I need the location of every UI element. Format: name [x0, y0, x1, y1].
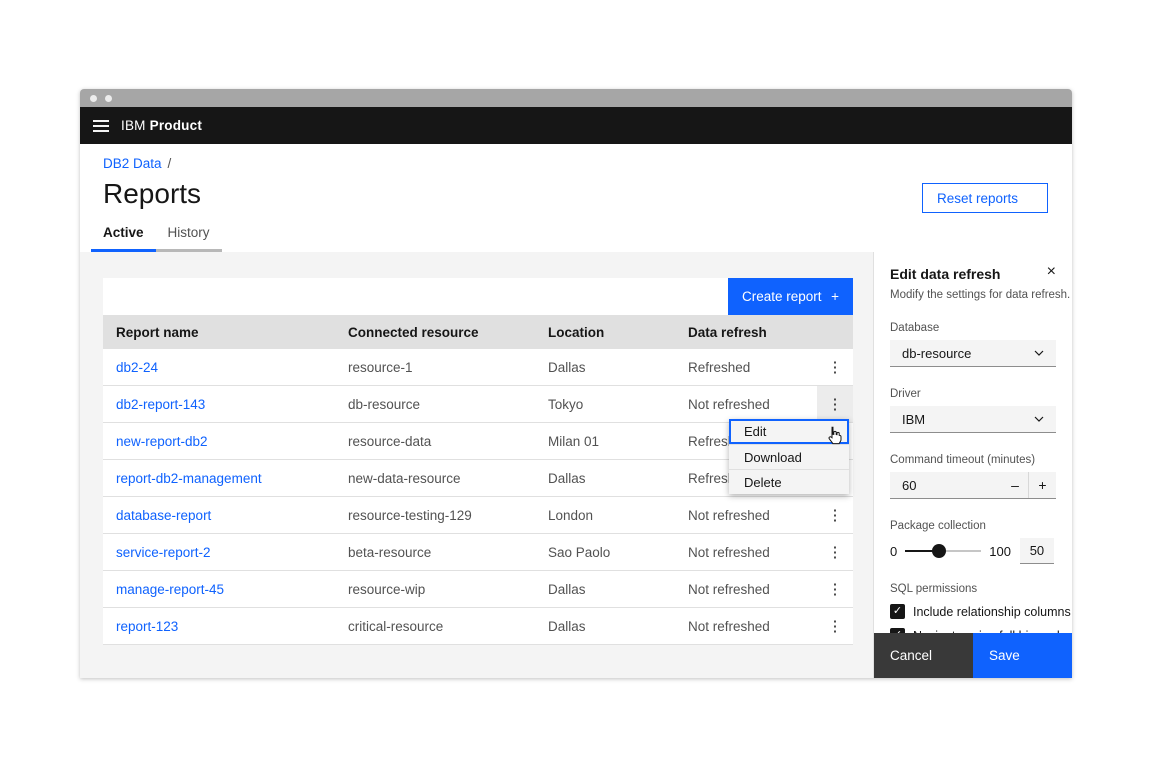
column-header: Connected resource [348, 325, 548, 340]
slider-track[interactable] [905, 550, 981, 552]
table-row: db2-24 resource-1 Dallas Refreshed ⋮ [103, 349, 853, 386]
overflow-menu-icon[interactable]: ⋮ [817, 349, 853, 385]
package-slider: 0 100 [890, 538, 1056, 564]
menu-item-download[interactable]: Download [729, 444, 849, 469]
increment-icon[interactable]: + [1029, 472, 1056, 498]
overflow-menu-icon-open[interactable]: ⋮ [817, 386, 853, 422]
breadcrumb: DB2 Data / [103, 156, 171, 171]
page-title: Reports [103, 178, 201, 210]
tab-history[interactable]: History [156, 216, 222, 252]
slider-max-label: 100 [989, 544, 1011, 559]
browser-titlebar [80, 89, 1072, 107]
brand-name: Product [150, 118, 202, 133]
create-report-button[interactable]: Create report + [728, 278, 853, 315]
database-dropdown[interactable]: db-resource [890, 340, 1056, 367]
timeout-label: Command timeout (minutes) [890, 454, 1056, 466]
report-link[interactable]: db2-report-143 [116, 397, 348, 412]
timeout-value: 60 [902, 478, 916, 493]
overflow-menu-icon[interactable]: ⋮ [817, 571, 853, 607]
checkbox-include-relationship-columns[interactable]: ✓ Include relationship columns [890, 604, 1056, 619]
timeout-group: Command timeout (minutes) 60 – + [890, 454, 1056, 499]
overflow-menu-icon[interactable]: ⋮ [817, 608, 853, 644]
report-link[interactable]: db2-24 [116, 360, 348, 375]
driver-group: Driver IBM [890, 388, 1056, 433]
window-dot [90, 95, 97, 102]
checkbox-checked-icon[interactable]: ✓ [890, 604, 905, 619]
reset-reports-button[interactable]: Reset reports [922, 183, 1048, 213]
hamburger-menu-icon[interactable] [82, 107, 119, 144]
slider-handle[interactable] [932, 544, 946, 558]
sql-permissions-label: SQL permissions [890, 583, 1056, 595]
chevron-down-icon [1034, 416, 1044, 422]
page-body: Create report + Report name Connected re… [80, 252, 1072, 678]
database-label: Database [890, 322, 1056, 334]
page-header: DB2 Data / Reports Reset reports Active H… [80, 144, 1072, 252]
table-header-row: Report name Connected resource Location … [103, 315, 853, 349]
report-link[interactable]: database-report [116, 508, 348, 523]
table-row: report-123 critical-resource Dallas Not … [103, 608, 853, 645]
menu-item-edit[interactable]: Edit [729, 419, 849, 444]
tab-bar: Active History [91, 216, 222, 252]
slider-value-input[interactable] [1020, 538, 1054, 564]
panel-subtitle: Modify the settings for data refresh. [890, 289, 1056, 301]
edit-data-refresh-panel: Edit data refresh × Modify the settings … [873, 252, 1072, 678]
main-content: Create report + Report name Connected re… [80, 252, 873, 678]
app-window: IBM Product DB2 Data / Reports Reset repor… [80, 89, 1072, 678]
close-icon[interactable]: × [1047, 265, 1056, 279]
breadcrumb-link[interactable]: DB2 Data [103, 156, 162, 171]
report-link[interactable]: report-123 [116, 619, 348, 634]
cancel-button[interactable]: Cancel [874, 633, 973, 678]
timeout-number-input[interactable]: 60 – + [890, 472, 1056, 499]
package-collection-label: Package collection [890, 520, 1056, 532]
plus-icon: + [831, 289, 839, 304]
app-header: IBM Product [80, 107, 1072, 144]
panel-footer: Cancel Save [874, 633, 1072, 678]
report-link[interactable]: manage-report-45 [116, 582, 348, 597]
tab-active[interactable]: Active [91, 216, 156, 252]
report-link[interactable]: new-report-db2 [116, 434, 348, 449]
overflow-context-menu: Edit Download Delete [729, 419, 849, 494]
table-row: database-report resource-testing-129 Lon… [103, 497, 853, 534]
report-link[interactable]: service-report-2 [116, 545, 348, 560]
slider-min-label: 0 [890, 544, 897, 559]
chevron-down-icon [1034, 350, 1044, 356]
report-link[interactable]: report-db2-management [116, 471, 348, 486]
column-header: Report name [116, 325, 348, 340]
table-toolbar: Create report + [103, 278, 853, 315]
column-header: Data refresh [688, 325, 817, 340]
brand-prefix: IBM [121, 118, 146, 133]
package-collection-group: Package collection 0 100 [890, 520, 1056, 564]
decrement-icon[interactable]: – [1002, 472, 1029, 498]
menu-item-delete[interactable]: Delete [729, 469, 849, 494]
panel-title: Edit data refresh [890, 266, 1000, 282]
database-group: Database db-resource [890, 322, 1056, 367]
overflow-menu-icon[interactable]: ⋮ [817, 497, 853, 533]
breadcrumb-separator: / [168, 156, 172, 171]
table-row: service-report-2 beta-resource Sao Paolo… [103, 534, 853, 571]
table-row: db2-report-143 db-resource Tokyo Not ref… [103, 386, 853, 423]
table-row: manage-report-45 resource-wip Dallas Not… [103, 571, 853, 608]
window-dot [105, 95, 112, 102]
overflow-menu-icon[interactable]: ⋮ [817, 534, 853, 570]
save-button[interactable]: Save [973, 633, 1072, 678]
driver-label: Driver [890, 388, 1056, 400]
driver-dropdown[interactable]: IBM [890, 406, 1056, 433]
column-header: Location [548, 325, 688, 340]
brand: IBM Product [121, 118, 202, 133]
